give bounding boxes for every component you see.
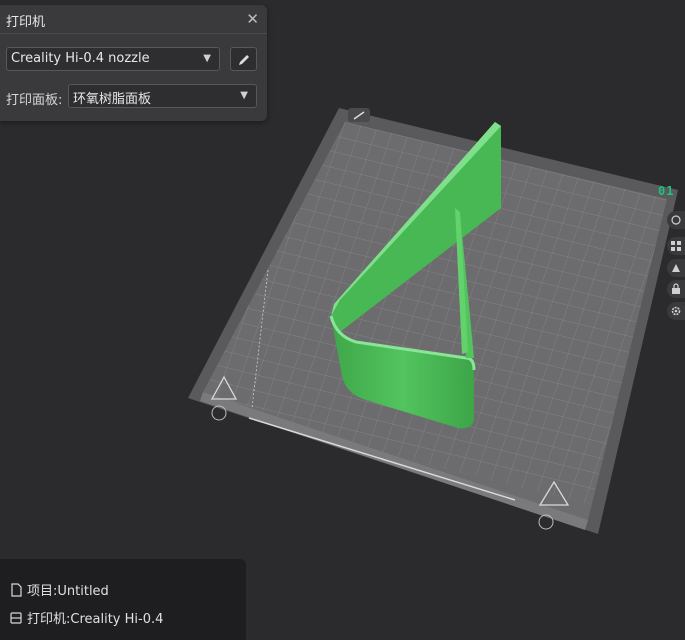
panel-header: 打印机 ✕ xyxy=(0,5,267,34)
lock-icon xyxy=(672,283,680,294)
side-tool-clear[interactable] xyxy=(667,211,685,229)
orient-icon xyxy=(672,264,680,272)
status-project: 项目:Untitled xyxy=(9,580,109,599)
status-panel: 项目:Untitled 打印机:Creality Hi-0.4 xyxy=(0,559,246,640)
nozzle-select-value: Creality Hi-0.4 nozzle xyxy=(11,51,150,66)
side-tool-arrange[interactable] xyxy=(667,237,685,255)
status-printer: 打印机:Creality Hi-0.4 xyxy=(9,608,163,627)
edit-printer-button[interactable] xyxy=(230,47,257,71)
arrange-icon xyxy=(671,241,681,251)
side-tool-settings[interactable] xyxy=(667,302,685,320)
plate-number: 01 xyxy=(658,184,675,198)
build-plate xyxy=(188,108,678,534)
plate-label: 打印面板: xyxy=(6,93,63,108)
nozzle-select[interactable]: Creality Hi-0.4 nozzle ▼ xyxy=(6,47,220,71)
printer-icon xyxy=(10,612,22,624)
file-icon xyxy=(11,583,22,597)
pencil-icon xyxy=(239,55,249,65)
close-icon[interactable]: ✕ xyxy=(246,10,259,28)
printer-name: 打印机:Creality Hi-0.4 xyxy=(27,612,164,627)
gear-icon xyxy=(671,306,681,316)
clear-icon xyxy=(671,215,681,225)
chevron-down-icon: ▼ xyxy=(203,53,211,64)
plate-edit-icon[interactable] xyxy=(348,108,370,122)
chevron-down-icon: ▼ xyxy=(240,90,248,101)
plate-select[interactable]: 环氧树脂面板 ▼ xyxy=(68,84,257,108)
plate-select-value: 环氧树脂面板 xyxy=(73,92,152,107)
panel-title: 打印机 xyxy=(6,15,46,30)
side-tool-lock[interactable] xyxy=(667,280,685,298)
side-tool-orient[interactable] xyxy=(667,259,685,277)
project-name: 项目:Untitled xyxy=(27,584,109,599)
printer-panel: 打印机 ✕ Creality Hi-0.4 nozzle ▼ 打印面板: 环氧树… xyxy=(0,5,267,121)
